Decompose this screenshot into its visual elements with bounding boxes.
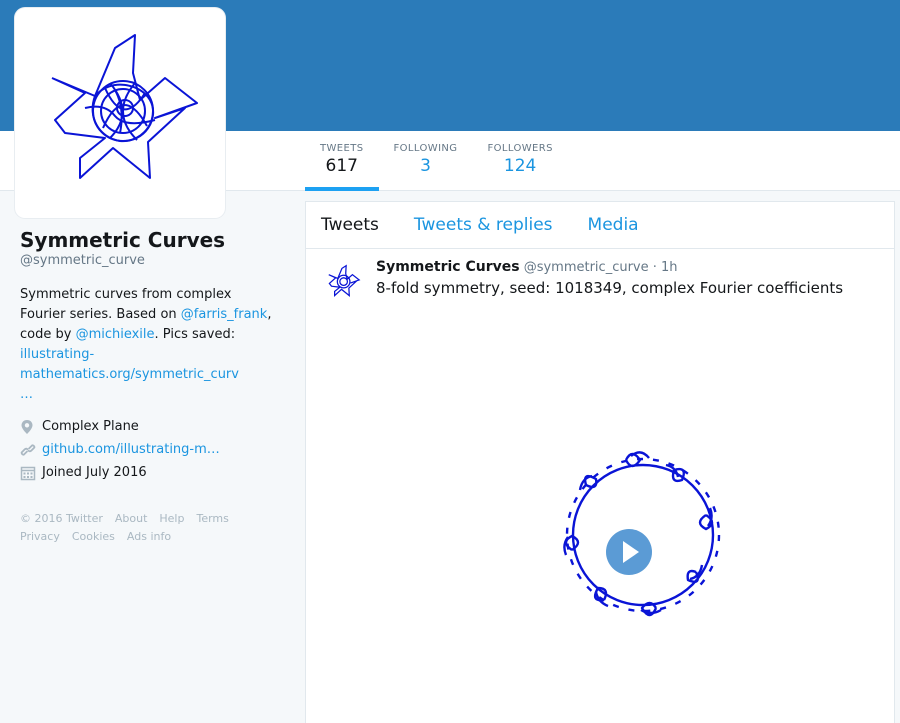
footer-privacy[interactable]: Privacy <box>20 530 60 543</box>
bio-link-michiexile[interactable]: @michiexile <box>76 327 155 342</box>
joined-row: Joined July 2016 <box>20 461 280 484</box>
calendar-icon <box>20 465 42 481</box>
location-icon <box>20 419 42 435</box>
timeline-tabs: Tweets Tweets & replies Media <box>306 202 894 249</box>
stat-tweets-value: 617 <box>325 156 358 176</box>
profile-stats-nav: TWEETS 617 FOLLOWING 3 FOLLOWERS 124 <box>305 131 568 191</box>
profile-meta: Complex Plane github.com/illustrating-m…… <box>20 415 280 484</box>
stat-following-value: 3 <box>420 156 431 176</box>
footer-copyright: © 2016 Twitter <box>20 512 103 525</box>
tweet-media-video[interactable] <box>376 310 880 723</box>
tweet-timestamp[interactable]: 1h <box>661 260 678 275</box>
stat-followers-value: 124 <box>503 156 537 176</box>
footer-ads[interactable]: Ads info <box>127 530 171 543</box>
footer-cookies[interactable]: Cookies <box>72 530 115 543</box>
play-icon[interactable] <box>606 529 652 575</box>
location-row: Complex Plane <box>20 415 280 438</box>
media-curve-image <box>563 451 721 617</box>
tab-tweets[interactable]: Tweets <box>321 215 379 235</box>
avatar-curve-image <box>51 34 198 179</box>
profile-card: Symmetric Curves @symmetric_curve Symmet… <box>20 228 280 546</box>
bio-text-3: . Pics saved: <box>154 327 236 342</box>
bio-link-farris[interactable]: @farris_frank <box>181 307 268 322</box>
bio-link-ellipsis[interactable]: … <box>20 387 33 402</box>
profile-handle[interactable]: @symmetric_curve <box>20 252 280 270</box>
stat-tweets-label: TWEETS <box>320 143 364 154</box>
location-text: Complex Plane <box>42 419 139 434</box>
footer-terms[interactable]: Terms <box>196 512 228 525</box>
tweet-author-name[interactable]: Symmetric Curves <box>376 259 520 275</box>
tweet-avatar[interactable] <box>321 260 365 304</box>
link-icon <box>20 442 42 458</box>
stat-following[interactable]: FOLLOWING 3 <box>379 131 473 191</box>
bio-link-pics[interactable]: illustrating-mathematics.org/symmetric_c… <box>20 347 239 382</box>
site-footer: © 2016 Twitter About Help Terms Privacy Cook… <box>20 510 280 546</box>
timeline: Tweets Tweets & replies Media Symmetric … <box>305 201 895 723</box>
stat-followers[interactable]: FOLLOWERS 124 <box>472 131 567 191</box>
stat-tweets[interactable]: TWEETS 617 <box>305 131 379 191</box>
tweet-text: 8-fold symmetry, seed: 1018349, complex … <box>376 279 844 297</box>
joined-text: Joined July 2016 <box>42 465 147 480</box>
stat-following-label: FOLLOWING <box>393 143 458 154</box>
footer-help[interactable]: Help <box>159 512 184 525</box>
tab-media[interactable]: Media <box>588 215 639 235</box>
tweet[interactable]: Symmetric Curves @symmetric_curve · 1h 8… <box>306 249 894 723</box>
tweet-header: Symmetric Curves @symmetric_curve · 1h <box>376 259 879 276</box>
tweet-separator: · <box>648 260 662 275</box>
stat-followers-label: FOLLOWERS <box>487 143 553 154</box>
tweet-author-handle[interactable]: @symmetric_curve <box>524 260 649 275</box>
website-row: github.com/illustrating-m… <box>20 438 280 461</box>
profile-bio: Symmetric curves from complex Fourier se… <box>20 285 280 405</box>
footer-about[interactable]: About <box>115 512 148 525</box>
profile-name[interactable]: Symmetric Curves <box>20 228 280 252</box>
website-link[interactable]: github.com/illustrating-m… <box>42 438 220 461</box>
tweet-avatar-curve <box>328 264 361 298</box>
tab-tweets-replies[interactable]: Tweets & replies <box>414 215 553 235</box>
profile-avatar[interactable] <box>15 8 225 218</box>
